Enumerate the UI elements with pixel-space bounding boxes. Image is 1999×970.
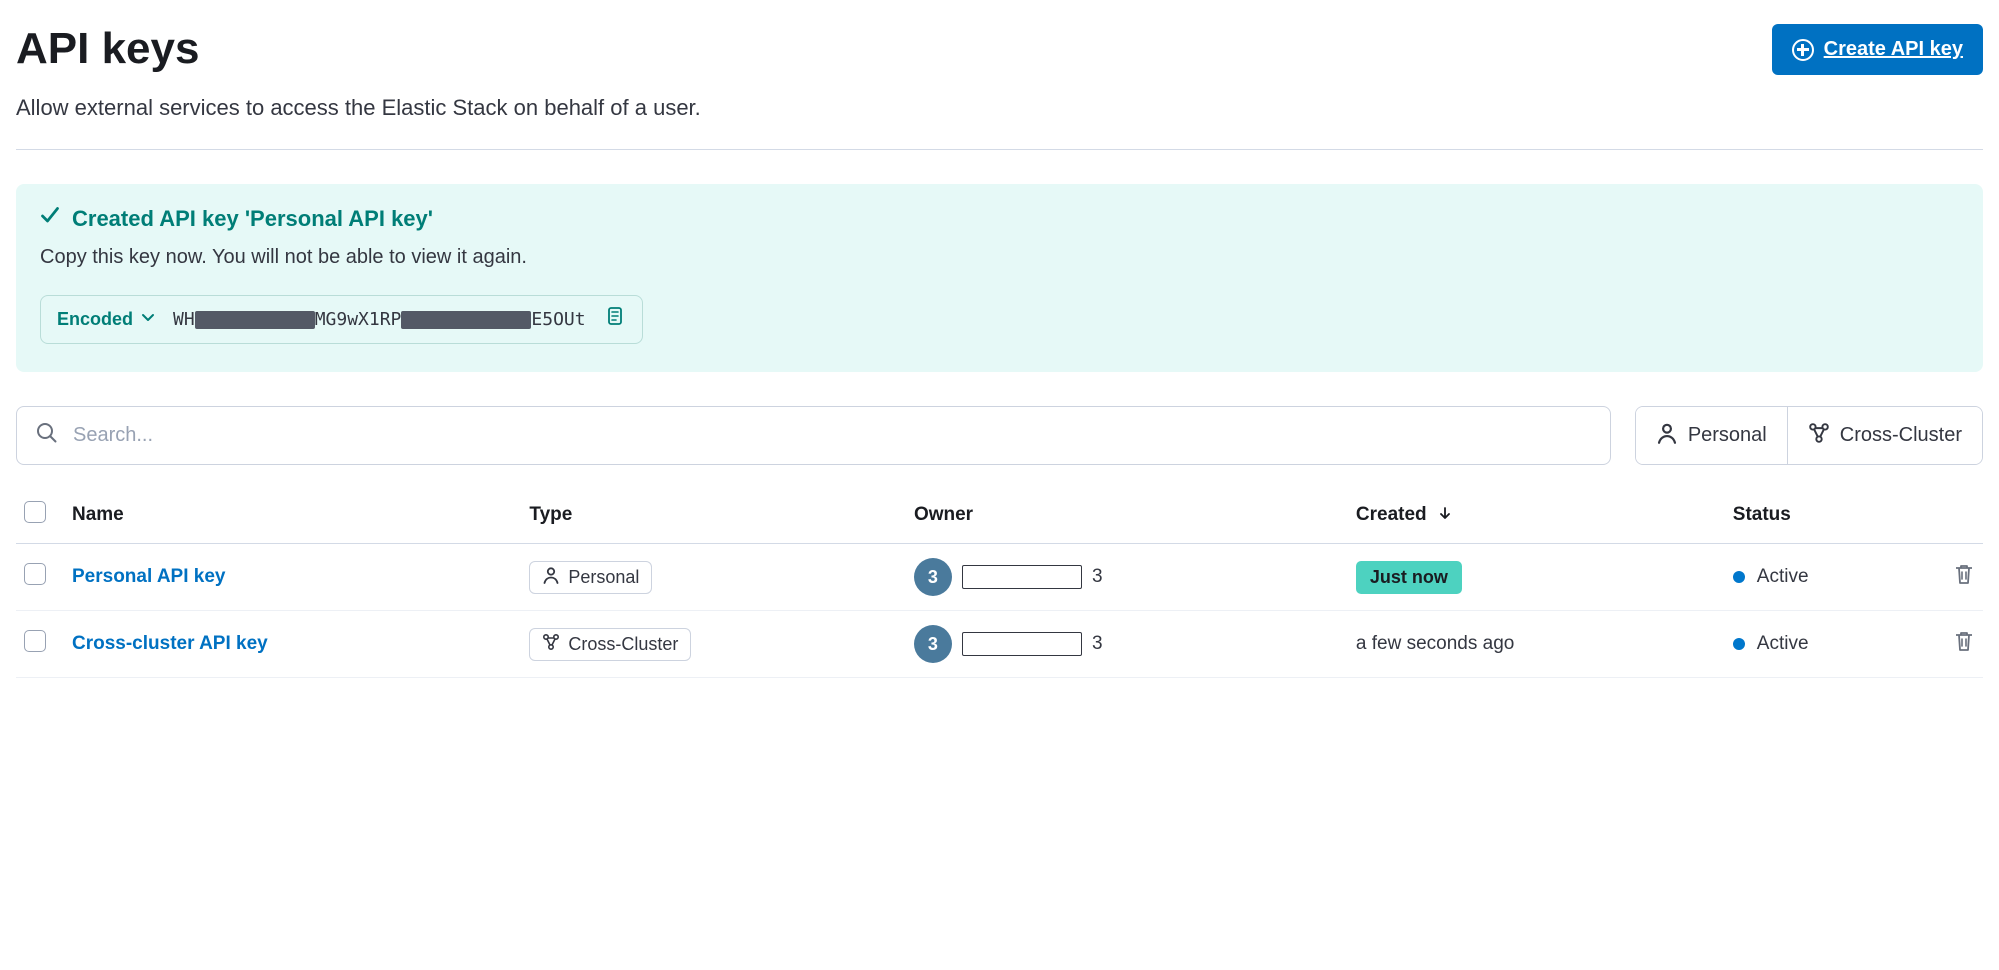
search-box[interactable]	[16, 406, 1611, 465]
column-owner[interactable]: Owner	[906, 491, 1348, 544]
callout-title: Created API key 'Personal API key'	[72, 206, 433, 232]
owner-suffix: 3	[1092, 566, 1103, 588]
api-key-name-link[interactable]: Cross-cluster API key	[72, 633, 268, 654]
chevron-down-icon	[141, 309, 155, 330]
type-label: Cross-Cluster	[568, 634, 678, 655]
sort-descending-icon	[1438, 504, 1452, 525]
avatar: 3	[914, 558, 952, 596]
key-format-label: Encoded	[57, 309, 133, 330]
avatar: 3	[914, 625, 952, 663]
api-key-value: WH MG9wX1RP E5OUt	[173, 309, 586, 330]
copy-key-button[interactable]	[604, 306, 626, 333]
filter-cross-cluster-button[interactable]: Cross-Cluster	[1787, 407, 1982, 464]
type-badge: Cross-Cluster	[529, 628, 691, 661]
redacted	[962, 632, 1082, 656]
column-created[interactable]: Created	[1348, 491, 1725, 544]
row-checkbox[interactable]	[24, 563, 46, 585]
status-label: Active	[1757, 633, 1809, 655]
status-dot-icon	[1733, 638, 1745, 650]
table-row: Personal API key Personal 3 3 Just now A…	[16, 544, 1983, 611]
plus-circle-icon	[1792, 39, 1814, 61]
column-type[interactable]: Type	[521, 491, 906, 544]
api-key-display: Encoded WH MG9wX1RP E5OUt	[40, 295, 643, 344]
page-title: API keys	[16, 24, 199, 74]
filter-personal-button[interactable]: Personal	[1636, 407, 1787, 464]
redacted	[401, 311, 531, 329]
filter-personal-label: Personal	[1688, 424, 1767, 447]
delete-key-button[interactable]	[1953, 636, 1975, 657]
create-api-key-button[interactable]: Create API key	[1772, 24, 1983, 75]
status-label: Active	[1757, 566, 1809, 588]
type-badge: Personal	[529, 561, 652, 594]
row-checkbox[interactable]	[24, 630, 46, 652]
table-row: Cross-cluster API key Cross-Cluster 3 3 …	[16, 611, 1983, 678]
success-callout: Created API key 'Personal API key' Copy …	[16, 184, 1983, 372]
callout-body: Copy this key now. You will not be able …	[40, 246, 1959, 269]
key-format-select[interactable]: Encoded	[57, 309, 155, 330]
user-icon	[1656, 422, 1678, 450]
status-dot-icon	[1733, 571, 1745, 583]
filter-cross-cluster-label: Cross-Cluster	[1840, 424, 1962, 447]
type-label: Personal	[568, 567, 639, 588]
api-keys-table: Name Type Owner Created Status Personal …	[16, 491, 1983, 678]
column-status[interactable]: Status	[1725, 491, 1923, 544]
divider	[16, 149, 1983, 150]
created-text: a few seconds ago	[1356, 633, 1514, 654]
cluster-icon	[542, 633, 560, 656]
created-badge: Just now	[1356, 561, 1462, 594]
redacted	[962, 565, 1082, 589]
search-icon	[35, 421, 59, 450]
page-subtitle: Allow external services to access the El…	[16, 95, 1983, 121]
create-api-key-label: Create API key	[1824, 38, 1963, 61]
api-key-name-link[interactable]: Personal API key	[72, 566, 225, 587]
type-filter-group: Personal Cross-Cluster	[1635, 406, 1983, 465]
column-name[interactable]: Name	[64, 491, 521, 544]
select-all-checkbox[interactable]	[24, 501, 46, 523]
user-icon	[542, 566, 560, 589]
search-input[interactable]	[73, 424, 1592, 447]
owner-suffix: 3	[1092, 633, 1103, 655]
redacted	[195, 311, 315, 329]
cluster-icon	[1808, 422, 1830, 450]
check-icon	[40, 206, 60, 232]
delete-key-button[interactable]	[1953, 569, 1975, 590]
